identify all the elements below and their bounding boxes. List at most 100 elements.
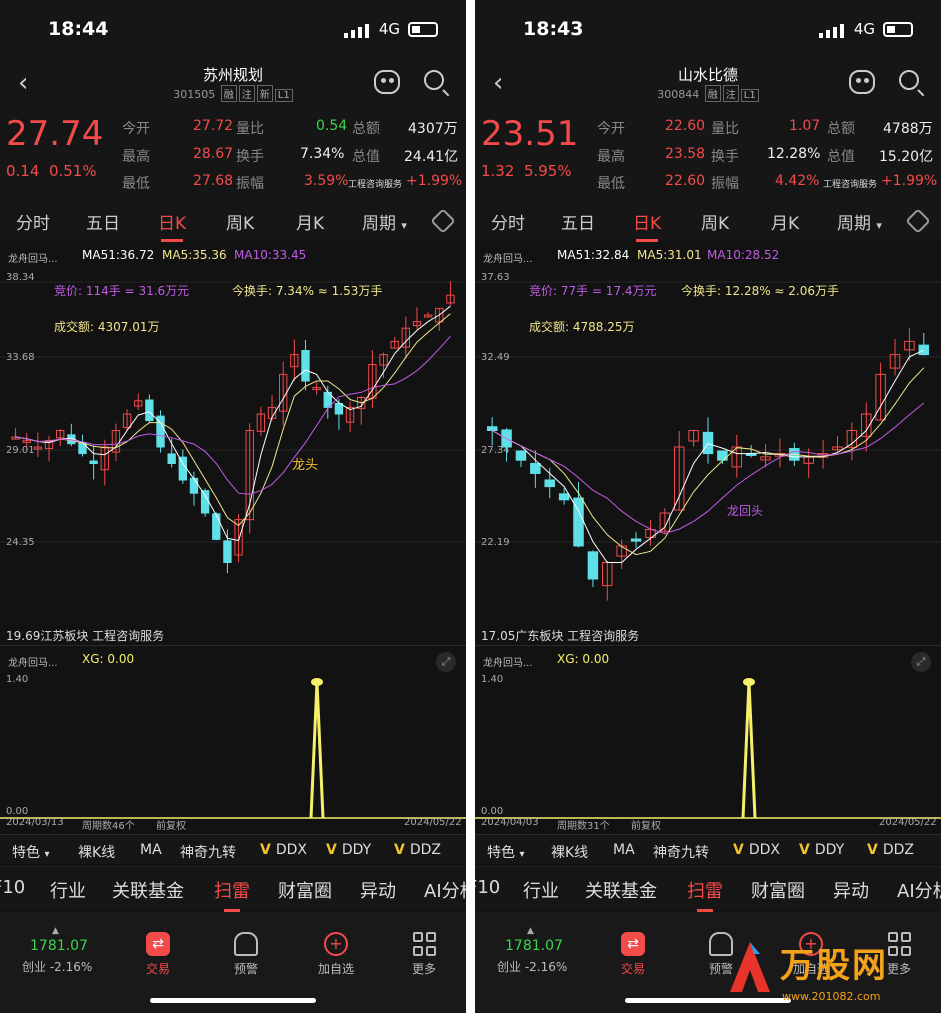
bid-annotation: 竞价: 77手 = 17.4万元 <box>529 284 657 298</box>
tool-ddz[interactable]: V DDZ <box>867 842 914 858</box>
expand-icon[interactable]: ⤢ <box>436 652 456 672</box>
tab-daily-k[interactable]: 日K <box>158 209 186 242</box>
index-value[interactable]: 1781.07 <box>30 938 88 954</box>
y-tick-1: 37.63 <box>481 272 510 283</box>
signal-label: 龙头 <box>292 458 319 473</box>
tool-ddx[interactable]: V DDX <box>733 842 780 858</box>
tool-ma[interactable]: MA <box>140 842 162 858</box>
info-tabs: F10 行业 关联基金 扫雷 财富圈 异动 AI分析 <box>0 866 466 912</box>
adjust-mode[interactable]: 前复权 <box>631 817 661 832</box>
tool-special[interactable]: 特色 ▾ <box>12 842 49 862</box>
tool-nine-turn[interactable]: 神奇九转 <box>653 842 709 862</box>
indicator-selector[interactable]: 龙舟回马... <box>483 250 533 265</box>
nav-alert[interactable]: 预警 <box>216 932 276 977</box>
tab-monthly-k[interactable]: 月K <box>296 209 324 234</box>
nav-trade-label: 交易 <box>145 962 170 976</box>
tab-five-day[interactable]: 五日 <box>86 209 120 234</box>
ddz-label: DDZ <box>409 842 441 858</box>
status-bar: 18:43 4G <box>475 0 941 62</box>
nav-trade[interactable]: ⇄ 交易 <box>128 932 188 977</box>
v-badge-icon: V <box>260 842 271 858</box>
tab-movement[interactable]: 异动 <box>360 877 396 903</box>
tab-wealth[interactable]: 财富圈 <box>751 877 805 903</box>
tab-ai[interactable]: AI分析 <box>424 877 466 903</box>
signal-icon <box>819 22 845 38</box>
status-time: 18:44 <box>48 18 109 40</box>
sector-name[interactable]: 工程咨询服务 <box>348 177 402 190</box>
sub-indicator-selector[interactable]: 龙舟回马... <box>483 654 533 669</box>
tab-monthly-k[interactable]: 月K <box>771 209 799 234</box>
bell-icon <box>234 932 258 956</box>
nav-trade[interactable]: ⇄ 交易 <box>603 932 663 977</box>
tab-funds[interactable]: 关联基金 <box>585 877 657 903</box>
search-icon[interactable] <box>424 70 444 90</box>
robot-icon[interactable] <box>374 70 400 94</box>
tab-minesweep[interactable]: 扫雷 <box>687 877 723 912</box>
stock-panel-left: 18:44 4G ‹ 苏州规划 301505 融注新 L1 27.74 0.14 … <box>0 0 466 1013</box>
tool-ddy[interactable]: V DDY <box>326 842 371 858</box>
xg-indicator-chart[interactable]: 龙舟回马... XG: 0.00 1.40 0.00 ⤢ <box>0 645 466 833</box>
tab-period[interactable]: 周期 ▾ <box>362 209 407 234</box>
sector-name[interactable]: 工程咨询服务 <box>823 177 877 190</box>
index-label: 创业 -2.16% <box>22 960 93 974</box>
nav-add[interactable]: + 加自选 <box>306 932 366 977</box>
tab-ai[interactable]: AI分析 <box>897 877 941 903</box>
ddz-label: DDZ <box>882 842 914 858</box>
tab-f10[interactable]: F10 <box>0 877 25 898</box>
tab-daily-k[interactable]: 日K <box>633 209 661 242</box>
kline-svg <box>475 281 941 601</box>
battery-icon <box>408 22 438 37</box>
indicator-selector[interactable]: 龙舟回马... <box>8 250 58 265</box>
change-pct: 5.95% <box>523 162 572 180</box>
index-value[interactable]: 1781.07 <box>505 938 563 954</box>
candle-body <box>702 431 714 455</box>
tab-minesweep[interactable]: 扫雷 <box>214 877 250 912</box>
tool-ddx[interactable]: V DDX <box>260 842 307 858</box>
sub-indicator-selector[interactable]: 龙舟回马... <box>8 654 58 669</box>
xg-spike <box>741 681 757 819</box>
stock-code: 301505 <box>173 88 216 101</box>
tag-margin: 融 <box>704 85 721 102</box>
logo-arrow-icon <box>730 942 770 992</box>
kline-chart[interactable]: 龙舟回马... MA51:32.84 MA5:31.01 MA10:28.52 … <box>475 242 941 643</box>
ratio-value: 0.54 <box>316 118 348 134</box>
low-value: 27.68 <box>193 173 234 189</box>
expand-icon[interactable]: ⤢ <box>911 652 931 672</box>
xg-indicator-chart[interactable]: 龙舟回马... XG: 0.00 1.40 0.00 ⤢ <box>475 645 941 833</box>
nav-more[interactable]: 更多 <box>394 932 454 977</box>
settings-icon[interactable] <box>905 208 931 234</box>
volume-annotation: 成交额: 4307.01万 <box>54 320 160 334</box>
tab-f10[interactable]: F10 <box>475 877 500 898</box>
tab-industry[interactable]: 行业 <box>523 877 559 903</box>
tab-period[interactable]: 周期 ▾ <box>837 209 882 234</box>
period-count: 周期数46个 <box>82 821 135 832</box>
tab-weekly-k[interactable]: 周K <box>701 209 729 234</box>
amp-value: 4.42% <box>775 173 820 189</box>
tab-wealth[interactable]: 财富圈 <box>278 877 332 903</box>
high-label: 最高 <box>597 149 625 165</box>
search-icon[interactable] <box>899 70 919 90</box>
tool-ddy[interactable]: V DDY <box>799 842 844 858</box>
tool-ma[interactable]: MA <box>613 842 635 858</box>
kline-chart[interactable]: 龙舟回马... MA51:36.72 MA5:35.36 MA10:33.45 … <box>0 242 466 643</box>
tab-five-day[interactable]: 五日 <box>561 209 595 234</box>
settings-icon[interactable] <box>430 208 456 234</box>
tab-intraday[interactable]: 分时 <box>16 209 50 234</box>
robot-icon[interactable] <box>849 70 875 94</box>
tab-movement[interactable]: 异动 <box>833 877 869 903</box>
tab-intraday[interactable]: 分时 <box>491 209 525 234</box>
tab-weekly-k[interactable]: 周K <box>226 209 254 234</box>
price-change: 1.32 5.95% <box>481 162 572 180</box>
home-indicator[interactable] <box>150 998 316 1003</box>
tool-naked-k[interactable]: 裸K线 <box>551 842 588 862</box>
v-badge-icon: V <box>867 842 878 858</box>
adjust-mode[interactable]: 前复权 <box>156 817 186 832</box>
tool-nine-turn[interactable]: 神奇九转 <box>180 842 236 862</box>
tool-naked-k[interactable]: 裸K线 <box>78 842 115 862</box>
period-tabs: 分时 五日 日K 周K 月K 周期 ▾ <box>0 202 466 242</box>
tab-funds[interactable]: 关联基金 <box>112 877 184 903</box>
tab-industry[interactable]: 行业 <box>50 877 86 903</box>
tool-special[interactable]: 特色 ▾ <box>487 842 524 862</box>
tool-ddz[interactable]: V DDZ <box>394 842 441 858</box>
trade-icon: ⇄ <box>146 932 170 956</box>
